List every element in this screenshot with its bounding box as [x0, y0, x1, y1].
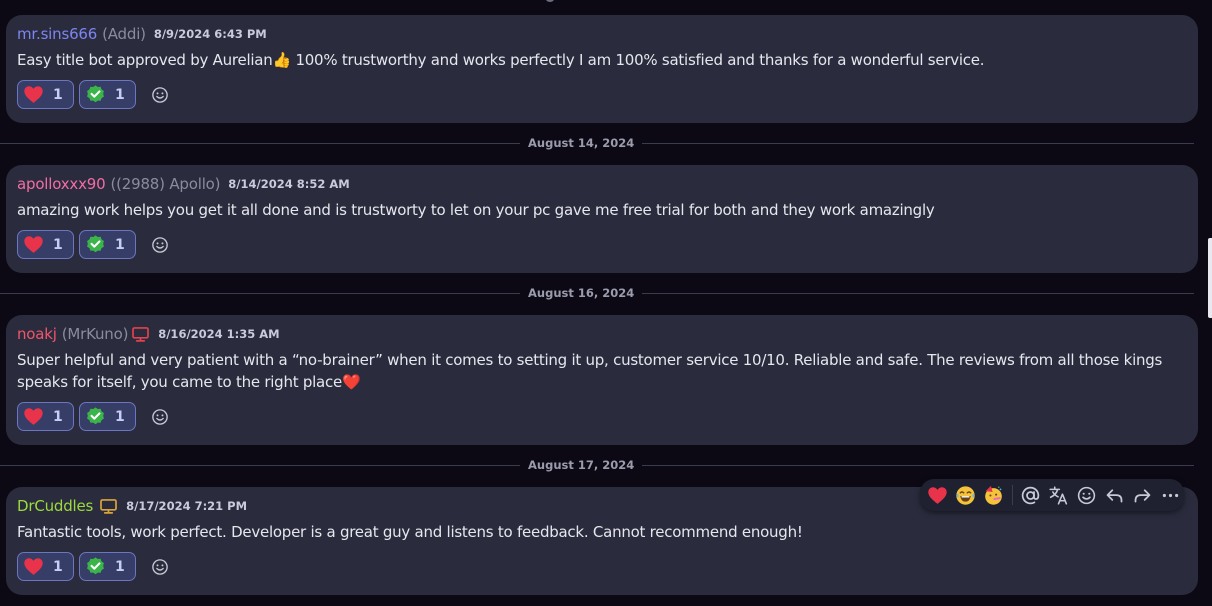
- reaction-bar: 1 1: [17, 552, 1187, 581]
- reaction-count: 1: [53, 236, 63, 253]
- reaction-count: 1: [115, 558, 125, 575]
- mention-icon: [1021, 486, 1040, 504]
- reply-icon: [1106, 488, 1123, 502]
- reaction-count: 1: [53, 408, 63, 425]
- nickname: (MrKuno): [61, 325, 129, 343]
- message-action-bar: [920, 479, 1184, 511]
- username[interactable]: DrCuddles: [17, 497, 93, 515]
- reaction-bar: 1 1: [17, 230, 1187, 259]
- reaction-bar: 1 1: [17, 402, 1187, 431]
- desktop-icon: [100, 498, 117, 514]
- heart-icon: [24, 408, 43, 425]
- reaction-count: 1: [53, 86, 63, 103]
- check-badge-icon: [87, 407, 104, 425]
- timestamp: 8/16/2024 1:35 AM: [158, 327, 280, 341]
- quick-react-joy[interactable]: [952, 481, 980, 509]
- add-reaction-icon[interactable]: [151, 236, 169, 254]
- date-divider: August 14, 2024: [0, 136, 1194, 150]
- more-options-button[interactable]: [1156, 481, 1184, 509]
- forward-button[interactable]: [1128, 481, 1156, 509]
- message-header: noakj (MrKuno) 8/16/2024 1:35 AM: [17, 323, 1187, 345]
- heart-icon: [24, 236, 43, 253]
- reaction-bar: 1 1: [17, 80, 1187, 109]
- reply-button[interactable]: [1100, 481, 1128, 509]
- message-header: apolloxxx90 ((2988) Apollo) 8/14/2024 8:…: [17, 173, 1187, 195]
- reaction-count: 1: [115, 86, 125, 103]
- timestamp: 8/14/2024 8:52 AM: [228, 177, 350, 191]
- add-reaction-icon[interactable]: [151, 408, 169, 426]
- reaction-check[interactable]: 1: [79, 402, 136, 431]
- scrollbar-thumb[interactable]: [1208, 238, 1212, 318]
- message-content: Easy title bot approved by Aurelian👍 100…: [17, 51, 985, 69]
- date-divider-label: August 16, 2024: [520, 286, 643, 300]
- message-content: Fantastic tools, work perfect. Developer…: [17, 523, 803, 541]
- message-content: amazing work helps you get it all done a…: [17, 201, 935, 219]
- quick-react-party[interactable]: [980, 481, 1008, 509]
- check-badge-icon: [87, 557, 104, 575]
- reaction-check[interactable]: 1: [79, 230, 136, 259]
- message-content: Super helpful and very patient with a “n…: [17, 351, 1163, 391]
- forward-icon: [1134, 488, 1151, 502]
- username[interactable]: apolloxxx90: [17, 175, 106, 193]
- heart-icon: [24, 558, 43, 575]
- timestamp: 8/17/2024 7:21 PM: [126, 499, 248, 513]
- scroll-indicator-dot: [546, 0, 554, 2]
- party-emoji-icon: [985, 485, 1003, 505]
- quick-react-heart[interactable]: [924, 481, 952, 509]
- date-divider: August 17, 2024: [0, 458, 1194, 472]
- nickname: ((2988) Apollo): [110, 175, 221, 193]
- date-divider-label: August 17, 2024: [520, 458, 643, 472]
- reaction-heart[interactable]: 1: [17, 402, 74, 431]
- check-badge-icon: [87, 235, 104, 253]
- add-reaction-icon[interactable]: [151, 558, 169, 576]
- mention-button[interactable]: [1017, 481, 1045, 509]
- nickname: (Addi): [102, 25, 146, 43]
- add-reaction-icon[interactable]: [151, 86, 169, 104]
- reaction-heart[interactable]: 1: [17, 230, 74, 259]
- reaction-count: 1: [115, 408, 125, 425]
- message[interactable]: apolloxxx90 ((2988) Apollo) 8/14/2024 8:…: [6, 165, 1198, 273]
- reaction-heart[interactable]: 1: [17, 552, 74, 581]
- date-divider-label: August 14, 2024: [520, 136, 643, 150]
- heart-icon: [928, 486, 948, 504]
- reaction-check[interactable]: 1: [79, 80, 136, 109]
- message-header: mr.sins666 (Addi) 8/9/2024 6:43 PM: [17, 23, 1187, 45]
- timestamp: 8/9/2024 6:43 PM: [153, 27, 267, 41]
- action-bar-separator: [1011, 485, 1013, 505]
- reaction-check[interactable]: 1: [79, 552, 136, 581]
- translate-icon: [1049, 485, 1068, 505]
- add-reaction-icon: [1077, 486, 1096, 504]
- date-divider: August 16, 2024: [0, 286, 1194, 300]
- heart-icon: [24, 86, 43, 103]
- desktop-icon: [132, 326, 150, 342]
- reaction-count: 1: [53, 558, 63, 575]
- add-reaction-button[interactable]: [1072, 481, 1100, 509]
- more-icon: [1162, 493, 1178, 497]
- joy-emoji-icon: [956, 485, 976, 505]
- message[interactable]: noakj (MrKuno) 8/16/2024 1:35 AM Super h…: [6, 315, 1198, 445]
- reaction-heart[interactable]: 1: [17, 80, 74, 109]
- check-badge-icon: [87, 85, 104, 103]
- username[interactable]: mr.sins666: [17, 25, 97, 43]
- reaction-count: 1: [115, 236, 125, 253]
- message[interactable]: mr.sins666 (Addi) 8/9/2024 6:43 PM Easy …: [6, 15, 1198, 123]
- translate-button[interactable]: [1045, 481, 1073, 509]
- username[interactable]: noakj: [17, 325, 57, 343]
